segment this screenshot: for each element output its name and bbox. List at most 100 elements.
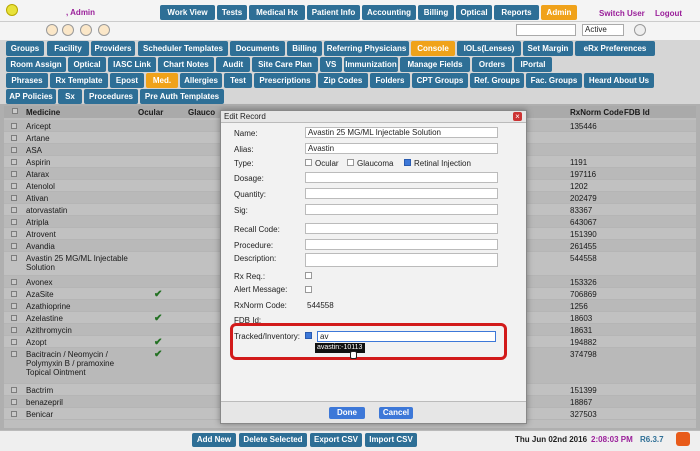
- type-glaucoma-label: Glaucoma: [357, 159, 394, 168]
- tab-prescriptions[interactable]: Prescriptions: [254, 73, 316, 88]
- tab-providers[interactable]: Providers: [91, 41, 135, 56]
- description-label: Description:: [234, 254, 277, 263]
- tab-iasc-link[interactable]: IASC Link: [108, 57, 156, 72]
- tab-erx-preferences[interactable]: eRx Preferences: [575, 41, 655, 56]
- sig-field[interactable]: [305, 204, 498, 215]
- refresh-icon[interactable]: [46, 24, 58, 36]
- delete-selected-button[interactable]: Delete Selected: [239, 433, 307, 447]
- highlight-box: [230, 323, 507, 360]
- tab-procedures[interactable]: Procedures: [84, 89, 138, 104]
- alert-message-label: Alert Message:: [234, 285, 288, 294]
- cancel-button[interactable]: Cancel: [379, 407, 413, 419]
- type-ocular-label: Ocular: [315, 159, 339, 168]
- type-ocular-checkbox[interactable]: [305, 159, 312, 166]
- pen-icon[interactable]: [80, 24, 92, 36]
- name-label: Name:: [234, 129, 258, 138]
- quantity-field[interactable]: [305, 188, 498, 199]
- nav-accounting[interactable]: Accounting: [362, 5, 416, 20]
- tab-allergies[interactable]: Allergies: [180, 73, 222, 88]
- tab-manage-fields[interactable]: Manage Fields: [400, 57, 470, 72]
- procedure-field[interactable]: [305, 239, 498, 250]
- nav-tests[interactable]: Tests: [217, 5, 247, 20]
- procedure-label: Procedure:: [234, 241, 274, 250]
- recall-code-label: Recall Code:: [234, 225, 280, 234]
- export-csv-button[interactable]: Export CSV: [310, 433, 362, 447]
- tab-chart-notes[interactable]: Chart Notes: [158, 57, 214, 72]
- tab-scheduler-templates[interactable]: Scheduler Templates: [138, 41, 228, 56]
- type-label: Type:: [234, 159, 254, 168]
- close-icon[interactable]: ×: [513, 112, 522, 121]
- nav-billing[interactable]: Billing: [418, 5, 454, 20]
- tab-pre-auth-templates[interactable]: Pre Auth Templates: [140, 89, 224, 104]
- tab-heard-about-us[interactable]: Heard About Us: [584, 73, 654, 88]
- tab-ap-policies[interactable]: AP Policies: [6, 89, 56, 104]
- nav-medical-hx[interactable]: Medical Hx: [249, 5, 305, 20]
- recall-code-field[interactable]: [305, 223, 498, 234]
- footer-date: Thu Jun 02nd 2016: [515, 435, 588, 444]
- mail-icon[interactable]: [98, 24, 110, 36]
- description-textarea[interactable]: [305, 253, 498, 267]
- switch-user-link[interactable]: Switch User: [599, 9, 645, 18]
- nav-admin[interactable]: Admin: [541, 5, 577, 20]
- nav-patient-info[interactable]: Patient Info: [307, 5, 360, 20]
- tab-room-assign[interactable]: Room Assign: [6, 57, 66, 72]
- tab-optical[interactable]: Optical: [68, 57, 106, 72]
- alias-label: Alias:: [234, 145, 254, 154]
- tab-rx-template[interactable]: Rx Template: [50, 73, 108, 88]
- tab-iols[interactable]: IOLs(Lenses): [457, 41, 521, 56]
- tab-console[interactable]: Console: [411, 41, 455, 56]
- autocomplete-suggestion[interactable]: avastin:-10113: [315, 343, 365, 353]
- tab-test[interactable]: Test: [224, 73, 252, 88]
- tab-facility[interactable]: Facility: [47, 41, 89, 56]
- tab-med[interactable]: Med.: [146, 73, 178, 88]
- dialog-title: Edit Record: [221, 111, 526, 123]
- alert-message-checkbox[interactable]: [305, 286, 312, 293]
- done-button[interactable]: Done: [329, 407, 365, 419]
- tab-folders[interactable]: Folders: [370, 73, 410, 88]
- quantity-label: Quantity:: [234, 190, 267, 199]
- type-glaucoma-checkbox[interactable]: [347, 159, 354, 166]
- tab-audit[interactable]: Audit: [216, 57, 250, 72]
- nav-work-view[interactable]: Work View: [160, 5, 215, 20]
- dosage-label: Dosage:: [234, 174, 264, 183]
- search-icon[interactable]: [634, 24, 646, 36]
- tab-documents[interactable]: Documents: [230, 41, 285, 56]
- alias-field[interactable]: Avastin: [305, 143, 498, 154]
- dosage-field[interactable]: [305, 172, 498, 183]
- import-csv-button[interactable]: Import CSV: [365, 433, 417, 447]
- tab-fac-groups[interactable]: Fac. Groups: [526, 73, 582, 88]
- sig-label: Sig:: [234, 206, 248, 215]
- tab-billing[interactable]: Billing: [287, 41, 322, 56]
- tab-zip-codes[interactable]: Zip Codes: [318, 73, 368, 88]
- rxnorm-label: RxNorm Code:: [234, 301, 287, 310]
- tab-orders[interactable]: Orders: [472, 57, 512, 72]
- rx-req-label: Rx Req.:: [234, 272, 266, 281]
- tab-ref-groups[interactable]: Ref. Groups: [470, 73, 524, 88]
- tab-immunization[interactable]: Immunization: [344, 57, 398, 72]
- status-select[interactable]: Active: [582, 24, 624, 36]
- patient-search-input[interactable]: [516, 24, 576, 36]
- tab-groups[interactable]: Groups: [6, 41, 44, 56]
- tab-epost[interactable]: Epost: [110, 73, 144, 88]
- logout-link[interactable]: Logout: [655, 9, 682, 18]
- tab-sx[interactable]: Sx: [58, 89, 82, 104]
- tab-vs[interactable]: VS: [320, 57, 342, 72]
- type-retinal-checkbox[interactable]: [404, 159, 411, 166]
- tab-set-margin[interactable]: Set Margin: [523, 41, 573, 56]
- tab-site-care-plan[interactable]: Site Care Plan: [252, 57, 318, 72]
- edit-record-dialog: Edit Record × Name: Avastin 25 MG/ML Inj…: [220, 110, 527, 424]
- add-new-button[interactable]: Add New: [192, 433, 236, 447]
- settings-icon[interactable]: [62, 24, 74, 36]
- rx-req-checkbox[interactable]: [305, 272, 312, 279]
- type-retinal-label: Retinal Injection: [414, 159, 471, 168]
- tab-phrases[interactable]: Phrases: [6, 73, 48, 88]
- tab-referring-physicians[interactable]: Referring Physicians: [324, 41, 409, 56]
- tab-iportal[interactable]: IPortal: [514, 57, 552, 72]
- nav-optical[interactable]: Optical: [456, 5, 492, 20]
- logo-icon: [6, 4, 18, 16]
- help-icon[interactable]: [676, 432, 690, 446]
- nav-reports[interactable]: Reports: [494, 5, 539, 20]
- tab-cpt-groups[interactable]: CPT Groups: [412, 73, 468, 88]
- name-field[interactable]: Avastin 25 MG/ML Injectable Solution: [305, 127, 498, 138]
- footer-version: R6.3.7: [640, 435, 664, 444]
